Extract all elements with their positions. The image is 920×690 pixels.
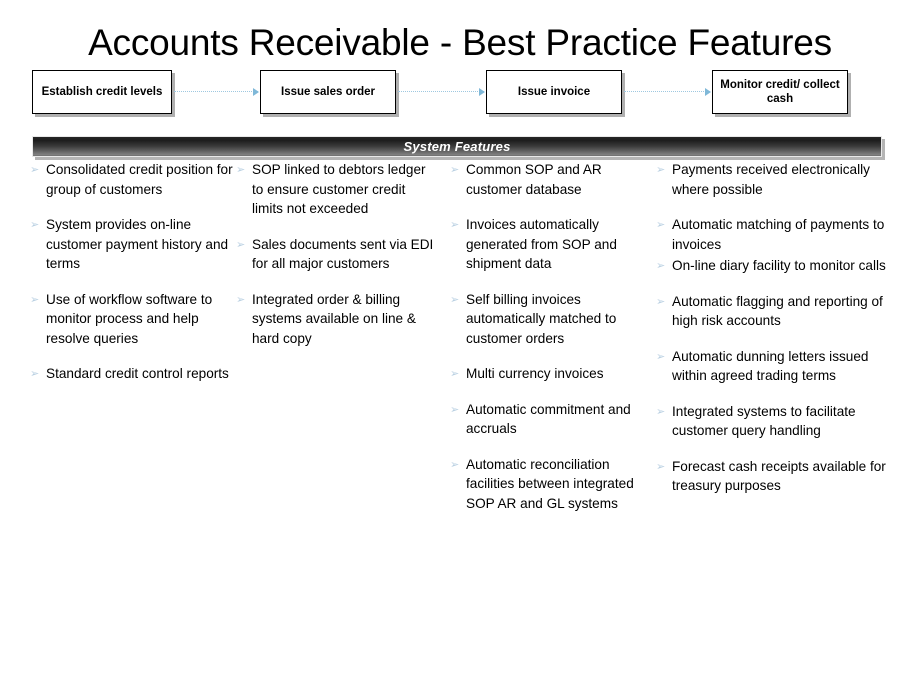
connector-line [398, 91, 484, 92]
connector-line [174, 91, 258, 92]
feature-bullet-item: ➢ Integrated systems to facilitate custom… [656, 402, 896, 441]
flow-connector-arrow-1 [174, 88, 259, 96]
flow-step-label: Monitor credit/ collect cash [720, 78, 840, 105]
flow-step-monitor-credit-collect-cash[interactable]: Monitor credit/ collect cash [712, 70, 848, 114]
feature-bullet-item: ➢ Automatic matching of payments to invoi… [656, 215, 896, 254]
feature-bullet-text: Automatic dunning letters issued within … [672, 348, 869, 384]
bullet-arrow-icon: ➢ [450, 402, 460, 416]
feature-bullet-text: Consolidated credit position for group o… [46, 162, 233, 197]
feature-bullet-item: ➢ Automatic flagging and reporting of hig… [656, 292, 896, 331]
bullet-arrow-icon: ➢ [450, 218, 460, 231]
features-column-3: ➢ Common SOP and AR customer database ➢ Inv… [450, 160, 655, 529]
features-column-4: ➢ Payments received electronically where … [656, 160, 896, 512]
flow-step-label: Establish credit levels [41, 85, 163, 98]
feature-bullet-text: SOP linked to debtors ledger to ensure c… [252, 162, 426, 216]
feature-bullet-item: ➢ On-line diary facility to monitor calls [656, 256, 896, 276]
bullet-arrow-icon: ➢ [656, 294, 666, 308]
feature-bullet-item: ➢ Integrated order & billing systems avai… [236, 290, 436, 349]
flow-step-establish-credit-levels[interactable]: Establish credit levels [32, 70, 172, 114]
bullet-arrow-icon: ➢ [450, 163, 460, 176]
feature-bullet-text: Payments received electronically where p… [672, 162, 870, 197]
feature-bullet-item: ➢ System provides on-line customer paymen… [30, 215, 235, 274]
bullet-arrow-icon: ➢ [236, 292, 246, 306]
bullet-arrow-icon: ➢ [30, 163, 40, 176]
feature-bullet-text: Use of workflow software to monitor proc… [46, 291, 213, 346]
feature-bullet-text: Sales documents sent via EDI for all maj… [252, 236, 434, 272]
bullet-arrow-icon: ➢ [656, 259, 666, 272]
feature-bullet-item: ➢ Common SOP and AR customer database [450, 160, 655, 199]
feature-bullet-text: Automatic reconciliation facilities betw… [466, 456, 634, 511]
feature-bullet-text: Standard credit control reports [46, 366, 229, 381]
system-features-banner: System Features [32, 136, 882, 157]
feature-bullet-item: ➢ Automatic reconciliation facilities bet… [450, 455, 655, 514]
bullet-arrow-icon: ➢ [656, 459, 666, 473]
feature-bullet-item: ➢ Forecast cash receipts available for tr… [656, 457, 896, 496]
feature-bullet-item: ➢ Automatic dunning letters issued within… [656, 347, 896, 386]
feature-bullet-text: Automatic commitment and accruals [466, 401, 631, 437]
feature-bullet-item: ➢ Standard credit control reports [30, 364, 235, 384]
flow-step-issue-invoice[interactable]: Issue invoice [486, 70, 622, 114]
feature-bullet-text: On-line diary facility to monitor calls [672, 258, 886, 273]
feature-bullet-item: ➢ Payments received electronically where … [656, 160, 896, 199]
bullet-arrow-icon: ➢ [236, 163, 246, 176]
feature-bullet-item: ➢ Consolidated credit position for group … [30, 160, 235, 199]
bullet-arrow-icon: ➢ [30, 218, 40, 231]
flow-step-issue-sales-order[interactable]: Issue sales order [260, 70, 396, 114]
bullet-arrow-icon: ➢ [450, 457, 460, 471]
page-title: Accounts Receivable - Best Practice Feat… [88, 22, 832, 63]
feature-bullet-text: Forecast cash receipts available for tre… [672, 458, 886, 494]
bullet-arrow-icon: ➢ [656, 218, 666, 231]
feature-bullet-text: System provides on-line customer payment… [46, 217, 229, 271]
flow-connector-arrow-3 [624, 88, 711, 96]
flow-step-label: Issue invoice [517, 85, 591, 98]
arrow-head-icon [479, 88, 485, 96]
flow-connector-arrow-2 [398, 88, 485, 96]
arrow-head-icon [705, 88, 711, 96]
feature-bullet-text: Automatic matching of payments to invoic… [672, 217, 885, 252]
bullet-arrow-icon: ➢ [656, 349, 666, 363]
feature-bullet-text: Common SOP and AR customer database [466, 162, 602, 197]
bullet-arrow-icon: ➢ [656, 404, 666, 418]
bullet-arrow-icon: ➢ [450, 292, 460, 306]
feature-bullet-item: ➢ Sales documents sent via EDI for all ma… [236, 235, 436, 274]
bullet-arrow-icon: ➢ [236, 237, 246, 251]
feature-bullet-text: Integrated order & billing systems avail… [252, 291, 416, 346]
bullet-arrow-icon: ➢ [450, 367, 460, 380]
bullet-arrow-icon: ➢ [30, 367, 40, 380]
feature-bullet-item: ➢ Invoices automatically generated from S… [450, 215, 655, 274]
feature-bullet-text: Multi currency invoices [466, 366, 604, 381]
feature-bullet-text: Self billing invoices automatically matc… [466, 291, 617, 346]
bullet-arrow-icon: ➢ [30, 292, 40, 306]
feature-bullet-item: ➢ Use of workflow software to monitor pro… [30, 290, 235, 349]
feature-bullet-text: Integrated systems to facilitate custome… [672, 403, 856, 439]
features-column-1: ➢ Consolidated credit position for group … [30, 160, 235, 400]
bullet-arrow-icon: ➢ [656, 163, 666, 176]
features-column-2: ➢ SOP linked to debtors ledger to ensure … [236, 160, 436, 364]
connector-line [624, 91, 710, 92]
feature-bullet-text: Invoices automatically generated from SO… [466, 217, 617, 271]
feature-bullet-item: ➢ Automatic commitment and accruals [450, 400, 655, 439]
process-flow-diagram: Establish credit levels Issue sales orde… [0, 70, 920, 122]
feature-bullet-item: ➢ SOP linked to debtors ledger to ensure … [236, 160, 436, 219]
system-features-banner-label: System Features [403, 139, 511, 154]
feature-bullet-text: Automatic flagging and reporting of high… [672, 293, 883, 329]
flow-step-label: Issue sales order [281, 85, 375, 98]
feature-bullet-item: ➢ Self billing invoices automatically mat… [450, 290, 655, 349]
arrow-head-icon [253, 88, 259, 96]
feature-bullet-item: ➢ Multi currency invoices [450, 364, 655, 384]
